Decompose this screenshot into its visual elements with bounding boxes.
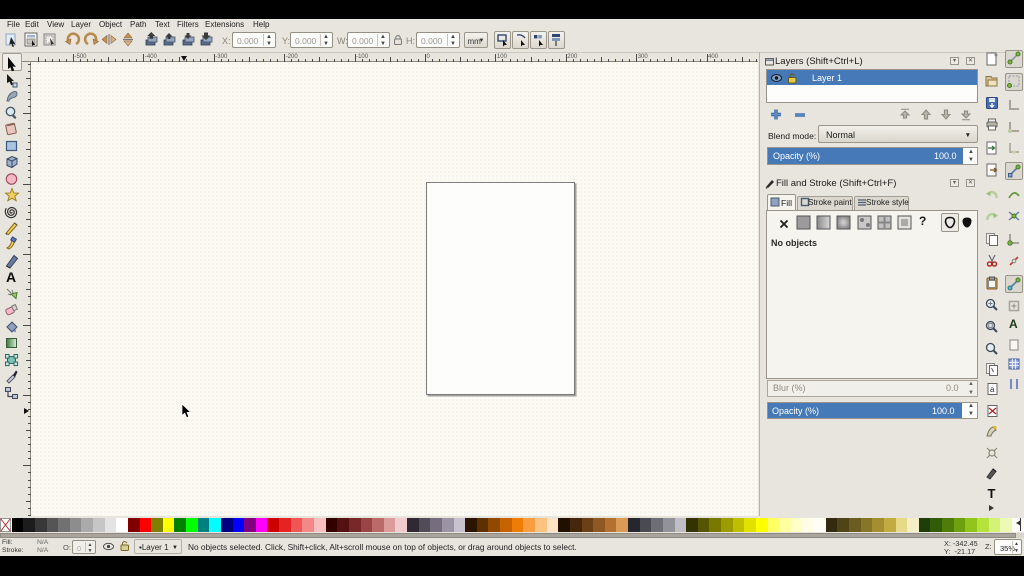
svg-text:T: T [987, 486, 995, 501]
svg-text:A: A [6, 269, 16, 285]
svg-text:A: A [1009, 317, 1018, 331]
svg-text:a: a [990, 385, 995, 394]
